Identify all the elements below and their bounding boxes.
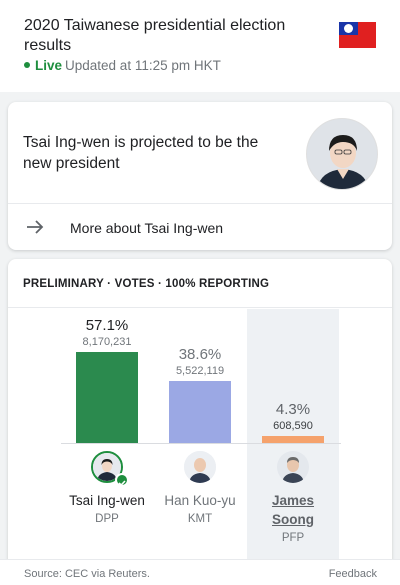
bar: [76, 352, 138, 443]
candidate-avatar: [277, 451, 309, 483]
live-status: Live Updated at 11:25 pm HKT: [24, 58, 221, 74]
percent-label: 4.3%: [275, 401, 311, 418]
winner-check-icon: [115, 473, 129, 487]
candidate-avatar: [184, 451, 216, 483]
more-about-link[interactable]: More about Tsai Ing-wen: [8, 204, 392, 250]
footer: Source: CEC via Reuters. Feedback: [0, 559, 400, 585]
results-divider: [8, 307, 392, 308]
candidate-tsai[interactable]: 57.1% 8,170,231 Tsai Ing-wen DPP: [61, 309, 153, 559]
bar: [169, 381, 231, 443]
percent-label: 38.6%: [178, 346, 222, 363]
updated-time: Updated at 11:25 pm HKT: [65, 58, 221, 73]
arrow-right-icon: [27, 220, 44, 234]
results-heading: PRELIMINARY · VOTES · 100% REPORTING: [23, 278, 270, 290]
candidate-name: Han Kuo-yu: [164, 493, 236, 508]
page-title: 2020 Taiwanese presidential election res…: [24, 17, 286, 54]
candidate-party: PFP: [281, 532, 305, 544]
results-card: PRELIMINARY · VOTES · 100% REPORTING 57.…: [8, 259, 392, 585]
projection-text: Tsai Ing-wen is projected to be the new …: [23, 134, 259, 172]
live-dot-icon: [24, 62, 30, 69]
candidate-party: DPP: [95, 513, 119, 525]
tsai-photo[interactable]: [306, 118, 378, 190]
vote-count: 8,170,231: [82, 336, 132, 348]
percent-label: 57.1%: [85, 317, 129, 334]
candidate-soong[interactable]: 4.3% 608,590 James Soong PFP: [247, 309, 339, 559]
projection-card: Tsai Ing-wen is projected to be the new …: [8, 102, 392, 250]
source-text: Source: CEC via Reuters.: [24, 568, 150, 580]
vote-count: 5,522,119: [175, 365, 225, 377]
bar: [262, 436, 324, 443]
live-label: Live: [35, 58, 63, 73]
flag-canton: [339, 22, 358, 35]
candidate-name: James Soong: [271, 493, 315, 527]
candidate-name: Tsai Ing-wen: [69, 493, 145, 508]
candidate-han[interactable]: 38.6% 5,522,119 Han Kuo-yu KMT: [154, 309, 246, 559]
taiwan-flag-icon: [339, 22, 376, 48]
vote-count: 608,590: [273, 420, 313, 432]
feedback-link[interactable]: Feedback: [329, 568, 377, 580]
election-header: 2020 Taiwanese presidential election res…: [0, 0, 400, 92]
more-about-label: More about Tsai Ing-wen: [70, 220, 224, 236]
flag-sun-icon: [344, 24, 353, 33]
candidate-party: KMT: [187, 513, 213, 525]
